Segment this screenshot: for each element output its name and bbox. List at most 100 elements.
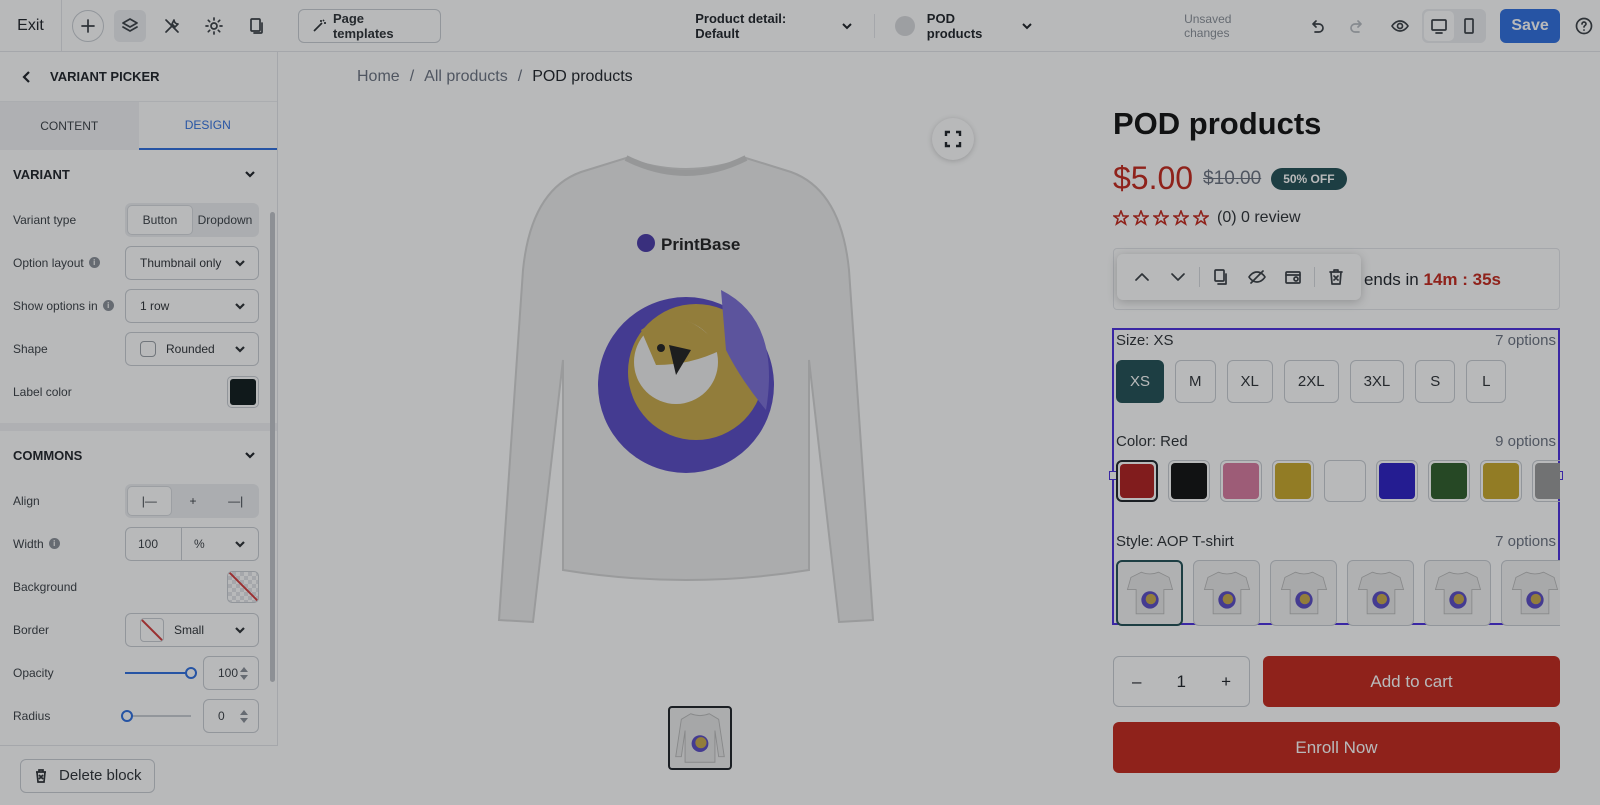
- info-icon: i: [88, 257, 100, 268]
- commons-section-header[interactable]: COMMONS: [0, 431, 277, 479]
- breadcrumb-home[interactable]: Home: [357, 68, 400, 86]
- size-option-l[interactable]: L: [1466, 360, 1507, 403]
- delete-block-button[interactable]: Delete block: [20, 758, 155, 793]
- mobile-icon[interactable]: [1454, 11, 1484, 41]
- tab-design[interactable]: DESIGN: [138, 102, 277, 150]
- color-swatch-fill: [1327, 463, 1363, 499]
- style-thumbnail[interactable]: [1193, 560, 1260, 626]
- wrench-icon[interactable]: [156, 10, 188, 42]
- quantity-input[interactable]: 1: [1177, 672, 1186, 692]
- color-swatch[interactable]: [1272, 460, 1314, 502]
- radius-slider[interactable]: [121, 709, 191, 722]
- label-color-row: Label color: [0, 370, 277, 413]
- variant-section-header[interactable]: VARIANT: [0, 150, 277, 198]
- divider: [1199, 267, 1200, 287]
- star-icon: [1193, 210, 1209, 226]
- color-swatch[interactable]: [1220, 460, 1262, 502]
- size-option-xl[interactable]: XL: [1226, 360, 1273, 403]
- size-option-3xl[interactable]: 3XL: [1349, 360, 1405, 403]
- product-image[interactable]: PrintBase: [491, 150, 881, 690]
- size-option-xs[interactable]: XS: [1116, 360, 1165, 403]
- option-layout-select[interactable]: Thumbnail only: [125, 245, 259, 280]
- quantity-increment-button[interactable]: +: [1221, 672, 1231, 692]
- color-swatch[interactable]: [1428, 460, 1470, 502]
- radius-input[interactable]: 0: [203, 698, 259, 733]
- redo-icon[interactable]: [1342, 10, 1374, 42]
- width-unit-select[interactable]: %: [182, 528, 258, 560]
- delete-icon[interactable]: [1319, 259, 1353, 295]
- color-swatch-fill: [1120, 464, 1154, 498]
- add-to-cart-button[interactable]: Add to cart: [1263, 656, 1560, 707]
- undo-icon[interactable]: [1300, 10, 1332, 42]
- sale-price: $5.00: [1113, 160, 1194, 196]
- variant-picker-block[interactable]: Size: XS 7 options XS M XL 2XL 3XL S L C…: [1109, 328, 1563, 626]
- shape-select[interactable]: Rounded: [125, 331, 259, 366]
- move-down-icon[interactable]: [1161, 259, 1195, 295]
- radius-slider-handle[interactable]: [121, 709, 133, 722]
- duplicate-icon[interactable]: [1204, 259, 1238, 295]
- color-swatch[interactable]: [1376, 460, 1418, 502]
- border-select[interactable]: Small: [125, 612, 259, 647]
- style-thumbnail[interactable]: [1501, 560, 1560, 626]
- divider: [873, 13, 875, 38]
- fullscreen-button[interactable]: [932, 118, 974, 160]
- opacity-input[interactable]: 100: [203, 655, 259, 690]
- eye-icon[interactable]: [1384, 10, 1416, 42]
- device-toggle: [1422, 8, 1487, 43]
- size-option-2xl[interactable]: 2XL: [1283, 360, 1339, 403]
- opacity-slider[interactable]: [125, 666, 197, 679]
- show-options-row: Show options in i 1 row: [0, 284, 277, 327]
- back-arrow-icon[interactable]: [20, 70, 34, 84]
- review-count[interactable]: (0) 0 review: [1217, 209, 1301, 227]
- align-right-icon[interactable]: —|: [214, 486, 257, 516]
- style-thumbnail[interactable]: [1347, 560, 1414, 626]
- move-up-icon[interactable]: [1125, 259, 1159, 295]
- product-selector[interactable]: POD products: [894, 11, 1034, 41]
- info-icon: i: [48, 538, 60, 549]
- product-thumbnail[interactable]: [668, 706, 732, 770]
- help-icon[interactable]: [1568, 10, 1600, 42]
- breadcrumb-all-products[interactable]: All products: [424, 68, 508, 86]
- color-swatch[interactable]: [1480, 460, 1522, 502]
- show-options-select[interactable]: 1 row: [125, 288, 259, 323]
- label-color-swatch[interactable]: [227, 375, 259, 408]
- exit-button[interactable]: Exit: [0, 0, 62, 52]
- color-swatch-fill: [1483, 463, 1519, 499]
- variant-type-dropdown-option[interactable]: Dropdown: [193, 205, 257, 235]
- size-option-header: Size: XS 7 options: [1116, 332, 1556, 349]
- style-thumbnail[interactable]: [1116, 560, 1183, 626]
- plus-icon[interactable]: [71, 9, 104, 42]
- page-templates-button[interactable]: Page templates: [297, 8, 442, 43]
- align-center-icon[interactable]: +: [172, 486, 215, 516]
- save-button[interactable]: Save: [1500, 8, 1561, 43]
- color-swatch[interactable]: [1532, 460, 1560, 502]
- variant-type-row: Variant type Button Dropdown: [0, 198, 277, 241]
- color-swatch[interactable]: [1116, 460, 1158, 502]
- sidebar-scrollbar[interactable]: [270, 212, 275, 682]
- align-left-icon[interactable]: |—: [127, 485, 172, 516]
- hide-icon[interactable]: [1240, 259, 1274, 295]
- style-thumbnail[interactable]: [1424, 560, 1491, 626]
- no-border-icon: [140, 617, 164, 642]
- width-row: Width i 100 %: [0, 522, 277, 565]
- page-selector[interactable]: Product detail: Default: [695, 11, 854, 41]
- width-input[interactable]: 100: [126, 527, 182, 560]
- gear-icon[interactable]: [198, 10, 230, 42]
- pages-icon[interactable]: [240, 10, 272, 42]
- enroll-now-button[interactable]: Enroll Now: [1113, 722, 1560, 773]
- tab-content[interactable]: CONTENT: [0, 102, 139, 150]
- sidebar-title: VARIANT PICKER: [50, 69, 160, 84]
- size-option-m[interactable]: M: [1175, 360, 1216, 403]
- opacity-slider-handle[interactable]: [185, 666, 197, 679]
- style-thumbnail-image: [1511, 571, 1558, 615]
- save-as-widget-icon[interactable]: [1276, 259, 1310, 295]
- color-swatch[interactable]: [1168, 460, 1210, 502]
- variant-type-button-option[interactable]: Button: [127, 204, 193, 235]
- color-swatch[interactable]: [1324, 460, 1366, 502]
- layers-icon[interactable]: [113, 9, 146, 42]
- desktop-icon[interactable]: [1424, 10, 1455, 41]
- quantity-decrement-button[interactable]: –: [1132, 672, 1141, 692]
- background-color-swatch[interactable]: [227, 570, 259, 603]
- style-thumbnail[interactable]: [1270, 560, 1337, 626]
- size-option-s[interactable]: S: [1415, 360, 1456, 403]
